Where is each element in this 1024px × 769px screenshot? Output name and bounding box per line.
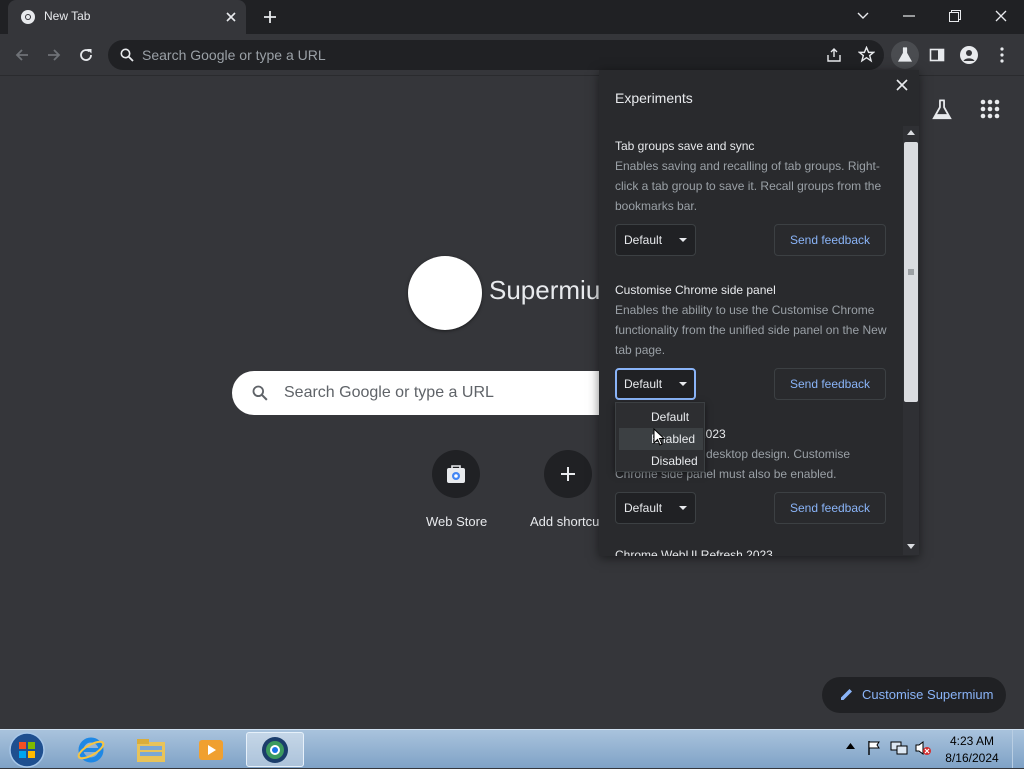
experiments-flask-icon[interactable] <box>891 41 919 69</box>
minimize-icon[interactable] <box>886 0 932 32</box>
side-panel-icon[interactable] <box>923 41 951 69</box>
network-icon[interactable] <box>890 740 908 756</box>
volume-muted-icon[interactable] <box>914 740 932 756</box>
ntp-search-box[interactable]: Search Google or type a URL <box>232 371 652 415</box>
show-hidden-icons-chevron-icon[interactable] <box>846 743 855 749</box>
supermium-taskbar-icon[interactable] <box>246 732 304 767</box>
media-player-icon[interactable] <box>182 732 240 767</box>
pencil-icon <box>840 687 854 701</box>
experiment-select[interactable]: Default <box>615 224 696 256</box>
search-icon <box>120 48 134 62</box>
action-center-flag-icon[interactable] <box>866 740 882 756</box>
experiments-panel: Experiments Tab groups save and sync Ena… <box>599 70 919 556</box>
start-orb-icon[interactable] <box>8 731 46 769</box>
apps-grid-icon[interactable] <box>980 99 1000 119</box>
clock-time[interactable]: 4:23 AM <box>941 734 1003 748</box>
select-value: Default <box>624 233 663 247</box>
experiment-select-open[interactable]: Default <box>615 368 696 400</box>
tab-new-tab[interactable]: New Tab <box>8 0 246 34</box>
experiment-title-partial: Chrome WebUI Refresh 2023 <box>615 548 773 556</box>
experiment-title: Tab groups save and sync <box>615 139 755 153</box>
shortcut-add[interactable]: Add shortcu <box>530 450 600 540</box>
shortcut-label: Web Store <box>426 514 488 529</box>
ntp-brand-title: Supermiu <box>489 275 601 305</box>
send-feedback-button[interactable]: Send feedback <box>774 224 886 256</box>
file-explorer-icon[interactable] <box>122 732 180 767</box>
ntp-logo <box>408 256 482 330</box>
shortcut-web-store[interactable]: Web Store <box>418 450 494 540</box>
option-default[interactable]: Default <box>619 406 703 428</box>
web-store-icon <box>432 450 480 498</box>
tab-title: New Tab <box>44 9 91 23</box>
forward-arrow-icon[interactable] <box>40 41 68 69</box>
new-tab-plus-icon[interactable] <box>262 9 278 25</box>
restore-icon[interactable] <box>932 0 978 32</box>
caret-down-icon <box>679 506 687 510</box>
send-feedback-label: Send feedback <box>789 233 871 247</box>
windows-taskbar: 4:23 AM 8/16/2024 <box>0 729 1024 768</box>
close-window-icon[interactable] <box>978 0 1024 32</box>
reload-icon[interactable] <box>72 41 100 69</box>
internet-explorer-icon[interactable] <box>62 732 120 767</box>
menu-kebab-icon[interactable] <box>988 41 1016 69</box>
mouse-cursor-icon <box>653 428 665 446</box>
chrome-favicon-icon <box>20 9 36 25</box>
scroll-up-arrow-icon[interactable] <box>906 128 916 136</box>
experiment-description-fragment: desktop design. Customise <box>706 447 851 461</box>
experiment-description: Enables saving and recalling of tab grou… <box>615 159 882 213</box>
share-icon[interactable] <box>826 47 842 63</box>
experiment-title: Customise Chrome side panel <box>615 283 776 297</box>
ntp-search-placeholder: Search Google or type a URL <box>284 384 494 401</box>
back-arrow-icon[interactable] <box>8 41 36 69</box>
shortcut-label: Add shortcu <box>530 514 600 529</box>
experiment-select[interactable]: Default <box>615 492 696 524</box>
ntp-labs-flask-icon[interactable] <box>931 99 953 121</box>
tab-close-icon[interactable] <box>224 10 238 24</box>
select-value: Default <box>624 501 663 515</box>
clock-date[interactable]: 8/16/2024 <box>941 751 1003 765</box>
show-desktop-button[interactable] <box>1012 730 1024 768</box>
tab-search-chevron-icon[interactable] <box>840 0 886 32</box>
scroll-down-arrow-icon[interactable] <box>906 543 916 551</box>
omnibox-placeholder: Search Google or type a URL <box>142 47 326 63</box>
scrollbar-thumb[interactable] <box>904 142 918 402</box>
caret-down-icon <box>679 238 687 242</box>
tab-strip: New Tab <box>0 0 1024 34</box>
send-feedback-label: Send feedback <box>789 501 871 515</box>
profile-avatar-icon[interactable] <box>955 41 983 69</box>
send-feedback-label: Send feedback <box>789 377 871 391</box>
experiment-description: Enables the ability to use the Customise… <box>615 303 887 357</box>
select-value: Default <box>624 377 663 391</box>
panel-close-icon[interactable] <box>896 79 908 91</box>
experiments-title: Experiments <box>615 90 693 106</box>
omnibox[interactable]: Search Google or type a URL <box>108 40 884 70</box>
customise-button[interactable]: Customise Supermium <box>822 677 1006 713</box>
send-feedback-button[interactable]: Send feedback <box>774 492 886 524</box>
bookmark-star-icon[interactable] <box>858 46 875 63</box>
plus-icon <box>544 450 592 498</box>
ntp-search-icon <box>252 385 268 401</box>
option-disabled[interactable]: Disabled <box>619 450 703 472</box>
caret-down-icon <box>679 382 687 386</box>
send-feedback-button[interactable]: Send feedback <box>774 368 886 400</box>
grip-icon <box>907 268 915 276</box>
customise-label: Customise Supermium <box>862 687 994 702</box>
